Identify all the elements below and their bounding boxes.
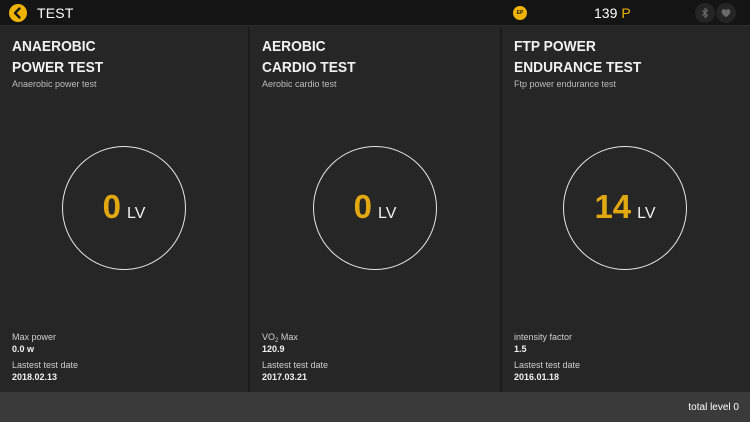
date-label: Lastest test date — [262, 360, 329, 370]
test-title: ANAEROBIC POWER TEST — [12, 36, 103, 78]
metric-label: intensity factor — [514, 332, 573, 342]
test-subtitle: Anaerobic power test — [12, 79, 97, 89]
metric-label-tail: Max — [278, 332, 298, 342]
ftp-power-endurance-test-card[interactable]: FTP POWER ENDURANCE TEST Ftp power endur… — [502, 27, 750, 392]
level-unit: LV — [377, 205, 397, 222]
test-subtitle: Ftp power endurance test — [514, 79, 617, 89]
test-title-line2: CARDIO TEST — [262, 59, 356, 76]
test-title: FTP POWER ENDURANCE TEST — [514, 36, 641, 78]
favorite-button[interactable] — [716, 3, 736, 23]
test-title-line1: ANAEROBIC — [12, 38, 96, 55]
level-number: 14 — [594, 188, 632, 225]
level-display: 0 LV — [314, 188, 436, 226]
date-value: 2017.03.21 — [262, 372, 308, 382]
metric-label-main: VO — [262, 332, 276, 342]
aerobic-cardio-test-card[interactable]: AEROBIC CARDIO TEST Aerobic cardio test … — [250, 27, 502, 392]
metric-value: 1.5 — [514, 344, 527, 354]
ep-badge: EP — [513, 6, 527, 20]
bluetooth-icon — [701, 7, 709, 19]
bluetooth-button[interactable] — [695, 3, 715, 23]
metric-label: Max power — [12, 332, 57, 342]
test-panels: ANAEROBIC POWER TEST Anaerobic power tes… — [0, 27, 750, 392]
level-ring: 0 LV — [313, 146, 437, 270]
date-label: Lastest test date — [12, 360, 79, 370]
anaerobic-power-test-card[interactable]: ANAEROBIC POWER TEST Anaerobic power tes… — [0, 27, 250, 392]
level-ring: 14 LV — [563, 146, 687, 270]
points-value: 139 — [594, 5, 618, 21]
chevron-left-icon — [13, 7, 21, 19]
top-bar: TEST EP 139 P — [0, 0, 750, 26]
test-title: AEROBIC CARDIO TEST — [262, 36, 356, 78]
test-subtitle: Aerobic cardio test — [262, 79, 337, 89]
date-label: Lastest test date — [514, 360, 581, 370]
level-display: 0 LV — [63, 188, 185, 226]
test-title-line1: AEROBIC — [262, 38, 326, 55]
points-unit: P — [621, 5, 631, 21]
points-display: 139 P — [594, 5, 631, 21]
page-title: TEST — [37, 5, 74, 21]
level-ring: 0 LV — [62, 146, 186, 270]
test-title-line1: FTP POWER — [514, 38, 596, 55]
metric-value: 0.0 w — [12, 344, 35, 354]
back-button[interactable] — [9, 4, 27, 22]
heart-icon — [721, 9, 731, 18]
date-value: 2018.02.13 — [12, 372, 58, 382]
test-title-line2: ENDURANCE TEST — [514, 59, 642, 76]
total-level: total level 0 — [688, 402, 739, 413]
metric-value: 120.9 — [262, 344, 285, 354]
bottom-bar: total level 0 — [0, 392, 750, 422]
level-display: 14 LV — [564, 188, 686, 226]
level-unit: LV — [637, 205, 656, 222]
test-title-line2: POWER TEST — [12, 59, 104, 76]
level-unit: LV — [126, 205, 146, 222]
metric-label: VO2 Max — [262, 332, 298, 344]
date-value: 2016.01.18 — [514, 372, 560, 382]
level-number: 0 — [102, 188, 121, 225]
level-number: 0 — [353, 188, 372, 225]
